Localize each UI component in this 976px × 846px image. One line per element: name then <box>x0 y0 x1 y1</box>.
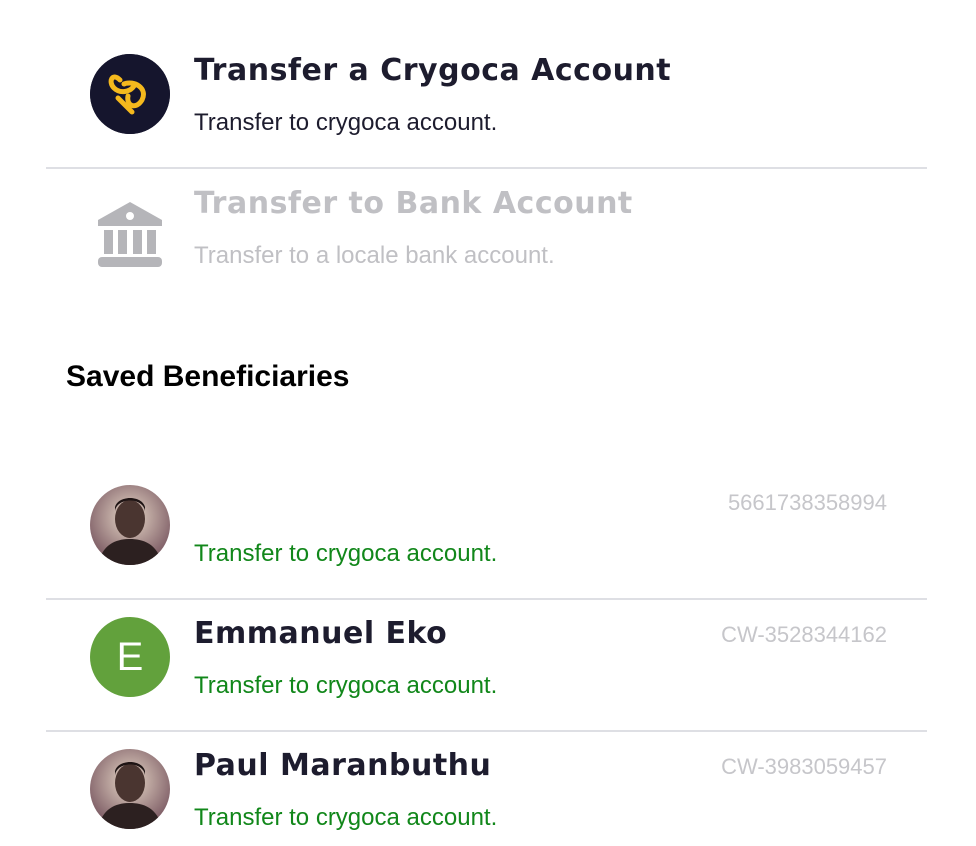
beneficiary-row[interactable]: 5661738358994 Transfer to crygoca accoun… <box>46 468 927 600</box>
avatar <box>90 485 170 565</box>
beneficiary-subtitle: Transfer to crygoca account. <box>194 804 498 831</box>
beneficiary-subtitle: Transfer to crygoca account. <box>194 540 498 567</box>
option-subtitle: Transfer to a locale bank account. <box>194 242 555 269</box>
beneficiary-name: Paul Maranbuthu <box>194 748 492 783</box>
beneficiary-row[interactable]: Paul Maranbuthu CW-3983059457 Transfer t… <box>46 732 927 846</box>
saved-beneficiaries-heading: Saved Beneficiaries <box>66 360 350 393</box>
account-number: 5661738358994 <box>727 490 887 515</box>
crygoca-logo-icon <box>90 54 170 134</box>
account-number: CW-3528344162 <box>721 622 887 647</box>
option-title: Transfer a Crygoca Account <box>194 53 672 88</box>
option-title: Transfer to Bank Account <box>194 186 633 221</box>
transfer-option-crygoca[interactable]: Transfer a Crygoca Account Transfer to c… <box>46 37 927 169</box>
beneficiary-name: Emmanuel Eko <box>194 616 448 651</box>
avatar: E <box>90 617 170 697</box>
beneficiary-row[interactable]: E Emmanuel Eko CW-3528344162 Transfer to… <box>46 600 927 732</box>
account-number: CW-3983059457 <box>721 754 887 779</box>
option-subtitle: Transfer to crygoca account. <box>194 109 498 136</box>
bank-icon <box>96 200 164 270</box>
transfer-option-bank[interactable]: Transfer to Bank Account Transfer to a l… <box>46 170 927 302</box>
beneficiary-subtitle: Transfer to crygoca account. <box>194 672 498 699</box>
avatar <box>90 749 170 829</box>
